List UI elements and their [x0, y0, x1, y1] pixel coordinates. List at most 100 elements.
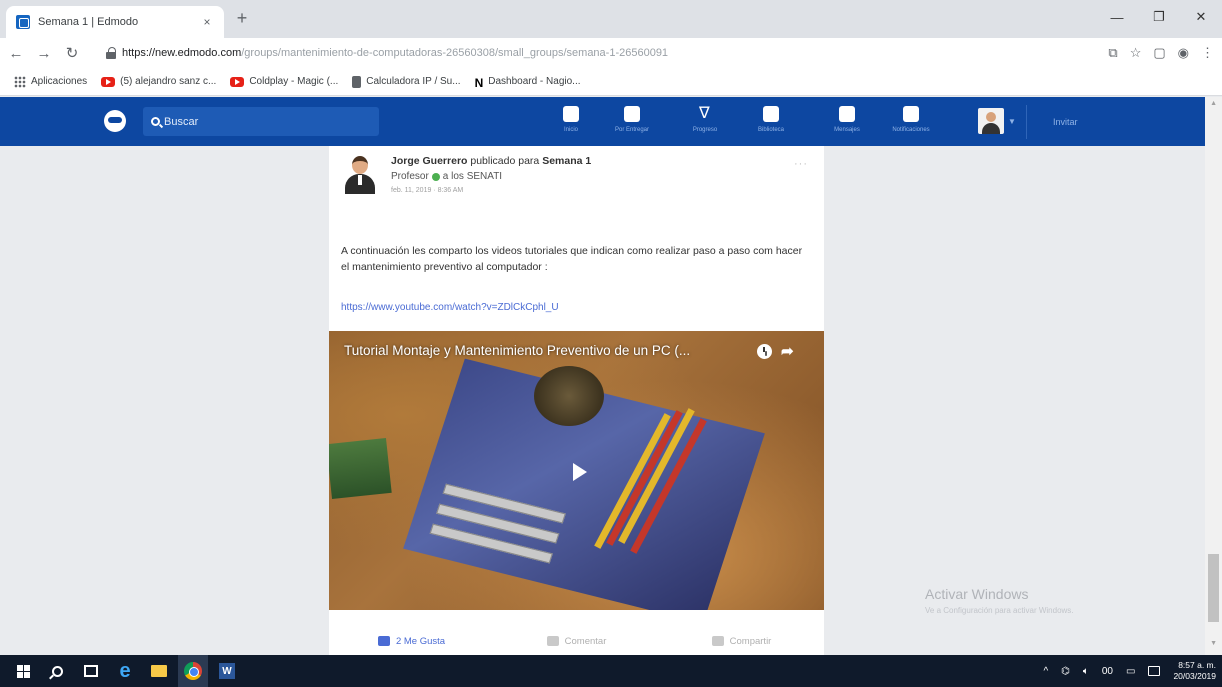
start-button[interactable]: [8, 655, 38, 687]
nav-notificaciones[interactable]: Notificaciones: [881, 103, 941, 143]
url-text: https://new.edmodo.com/groups/mantenimie…: [122, 47, 668, 59]
word-icon: W: [219, 663, 235, 679]
edmodo-navbar: Buscar Inicio Por Entregar Progreso Bibl…: [0, 97, 1222, 146]
tab-close-icon[interactable]: ×: [200, 15, 214, 29]
share-icon: [711, 636, 724, 646]
keyboard-icon[interactable]: [1148, 666, 1161, 676]
calculator-icon: [352, 75, 362, 88]
group-link[interactable]: Semana 1: [542, 155, 591, 167]
author-avatar[interactable]: [343, 156, 377, 194]
group-dot-icon: [431, 172, 440, 181]
url-domain: https://new.edmodo.com: [122, 47, 242, 59]
clock-time: 8:57 a. m.: [1178, 660, 1216, 670]
notification-icon[interactable]: ▭: [1126, 666, 1135, 677]
calendar-icon: [624, 106, 640, 122]
extension-icon[interactable]: ▢: [1153, 45, 1165, 61]
task-view-button[interactable]: [76, 655, 106, 687]
translate-icon[interactable]: ⧉: [1108, 45, 1117, 61]
library-icon: [763, 106, 779, 122]
scroll-down-icon[interactable]: ▼: [1210, 640, 1217, 647]
bookmark-alejandro[interactable]: (5) alejandro sanz c...: [101, 76, 216, 87]
comment-label: Comentar: [564, 635, 607, 647]
search-placeholder: Buscar: [164, 115, 199, 128]
share-label: Compartir: [729, 635, 772, 647]
search-icon: [51, 665, 63, 677]
invite-link[interactable]: Invitar: [1053, 117, 1078, 127]
system-tray: ^ ⌬ 🔈︎ 00 ▭ 8:57 a. m. 20/03/2019: [1043, 655, 1216, 687]
nav-mensajes[interactable]: Mensajes: [817, 103, 877, 143]
forward-button[interactable]: →: [32, 41, 56, 65]
watch-later-icon[interactable]: [757, 344, 772, 359]
taskbar-search-button[interactable]: [42, 655, 72, 687]
video-embed[interactable]: Tutorial Montaje y Mantenimiento Prevent…: [329, 331, 824, 610]
volume-icon[interactable]: 🔈︎: [1083, 666, 1089, 677]
post-date: feb. 11, 2019 · 8:36 AM: [391, 187, 464, 194]
bookmark-apps[interactable]: Aplicaciones: [14, 75, 87, 88]
author-name[interactable]: Jorge Guerrero: [391, 155, 467, 167]
profile-icon[interactable]: ◉: [1178, 45, 1189, 61]
network-icon[interactable]: ⌬: [1061, 666, 1070, 677]
comment-icon: [546, 636, 559, 646]
nav-label: Inicio: [563, 127, 578, 133]
bookmark-star-icon[interactable]: ☆: [1130, 45, 1142, 61]
comment-button[interactable]: Comentar: [494, 630, 659, 652]
browser-toolbar-icons: ⧉ ☆ ▢ ◉ ⋮: [1108, 38, 1214, 68]
tab-title: Semana 1 | Edmodo: [38, 16, 139, 28]
word-taskbar-button[interactable]: W: [212, 655, 242, 687]
tray-chevron-icon[interactable]: ^: [1043, 666, 1048, 677]
post-header: Jorge Guerrero publicado para Semana 1: [391, 155, 591, 167]
youtube-link[interactable]: https://www.youtube.com/watch?v=ZDlCkCph…: [341, 302, 559, 313]
edmodo-logo-icon[interactable]: [104, 110, 126, 132]
nav-label: Biblioteca: [757, 127, 784, 133]
nav-inicio[interactable]: Inicio: [541, 103, 601, 143]
chrome-taskbar-button[interactable]: [178, 655, 208, 687]
minimize-button[interactable]: —: [1096, 0, 1138, 34]
chevron-down-icon[interactable]: ▼: [1008, 117, 1016, 126]
user-avatar[interactable]: [978, 108, 1004, 134]
close-window-button[interactable]: ✕: [1180, 0, 1222, 34]
search-input[interactable]: Buscar: [143, 107, 379, 136]
nav-por-entregar[interactable]: Por Entregar: [602, 103, 662, 143]
edge-taskbar-button[interactable]: e: [110, 655, 140, 687]
youtube-icon: [230, 76, 245, 87]
like-button[interactable]: 2 Me Gusta: [329, 630, 494, 652]
bookmark-dashboard[interactable]: N Dashboard - Nagio...: [475, 76, 581, 90]
pulse-icon: [697, 103, 713, 123]
windows-taskbar: e W ^ ⌬ 🔈︎ 00 ▭ 8:57 a. m. 20/03/2019: [0, 655, 1222, 687]
video-thumbnail-cooler: [534, 366, 604, 426]
new-tab-button[interactable]: +: [232, 8, 252, 28]
scrollbar-thumb[interactable]: [1208, 554, 1219, 622]
menu-icon[interactable]: ⋮: [1201, 45, 1214, 61]
bookmark-calculadora[interactable]: Calculadora IP / Su...: [352, 75, 461, 88]
language-icon[interactable]: 00: [1102, 666, 1113, 677]
video-thumbnail-card: [329, 438, 392, 499]
explorer-taskbar-button[interactable]: [144, 655, 174, 687]
nav-label: Por Entregar: [614, 127, 650, 133]
nav-biblioteca[interactable]: Biblioteca: [741, 103, 801, 143]
share-button[interactable]: Compartir: [659, 630, 824, 652]
scroll-up-icon[interactable]: ▲: [1210, 100, 1217, 107]
play-icon[interactable]: [561, 455, 595, 489]
browser-tab[interactable]: Semana 1 | Edmodo ×: [6, 6, 224, 38]
nav-progreso[interactable]: Progreso: [675, 103, 735, 143]
url-field[interactable]: https://new.edmodo.com/groups/mantenimie…: [106, 42, 1036, 64]
search-icon: [151, 117, 160, 126]
more-options-icon[interactable]: ···: [794, 158, 808, 170]
back-button[interactable]: ←: [4, 41, 28, 65]
task-view-icon: [84, 665, 98, 677]
window-controls: — ❐ ✕: [1096, 0, 1222, 34]
taskbar-clock[interactable]: 8:57 a. m. 20/03/2019: [1173, 660, 1216, 682]
recipients-text[interactable]: a los SENATI: [443, 171, 502, 182]
nav-label: Mensajes: [834, 127, 860, 133]
browser-titlebar: Semana 1 | Edmodo × + — ❐ ✕: [0, 0, 1222, 38]
bookmark-label: (5) alejandro sanz c...: [120, 76, 217, 87]
share-arrow-icon[interactable]: ➦: [781, 342, 794, 360]
reload-button[interactable]: ↻: [60, 41, 84, 65]
restore-button[interactable]: ❐: [1138, 0, 1180, 34]
like-label: 2 Me Gusta: [395, 635, 446, 647]
post-card: Jorge Guerrero publicado para Semana 1 P…: [329, 146, 824, 655]
bookmark-coldplay[interactable]: Coldplay - Magic (...: [230, 76, 338, 87]
video-title[interactable]: Tutorial Montaje y Mantenimiento Prevent…: [344, 343, 690, 358]
post-body: A continuación les comparto los videos t…: [341, 245, 803, 273]
edge-icon: e: [119, 659, 131, 682]
